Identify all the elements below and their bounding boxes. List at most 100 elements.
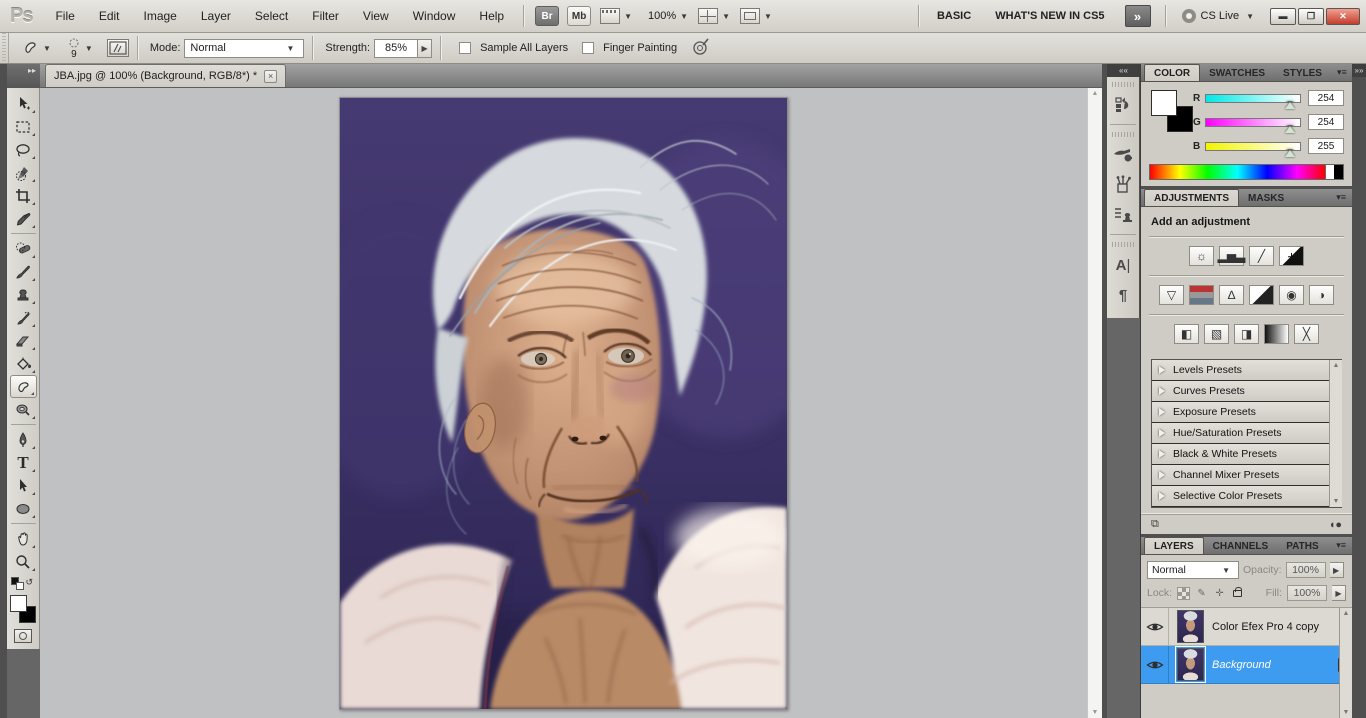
scroll-up-icon[interactable]: ▲ xyxy=(1092,90,1099,97)
fill-slider-button[interactable]: ▶ xyxy=(1332,585,1346,601)
zoom-tool[interactable] xyxy=(10,550,37,573)
paint-bucket-tool[interactable] xyxy=(10,352,37,375)
rectangular-marquee-tool[interactable] xyxy=(10,115,37,138)
layer-row-color-efex[interactable]: Color Efex Pro 4 copy xyxy=(1141,608,1352,646)
arrange-documents-icon[interactable] xyxy=(698,8,718,24)
clone-stamp-tool[interactable] xyxy=(10,283,37,306)
tab-color[interactable]: COLOR xyxy=(1144,64,1200,81)
menu-image[interactable]: Image xyxy=(133,5,188,27)
channel-mixer-icon[interactable]: ◑ xyxy=(1309,285,1334,305)
hand-tool[interactable] xyxy=(10,527,37,550)
threshold-icon[interactable]: ◨ xyxy=(1234,324,1259,344)
red-slider[interactable] xyxy=(1205,94,1301,103)
history-brush-tool[interactable] xyxy=(10,306,37,329)
workspace-whats-new-button[interactable]: WHAT'S NEW IN CS5 xyxy=(983,6,1116,26)
exposure-icon[interactable]: ＋ xyxy=(1279,246,1304,266)
view-extras-icon[interactable] xyxy=(600,8,620,24)
layer-thumbnail[interactable] xyxy=(1177,648,1204,681)
preset-exposure[interactable]: Exposure Presets xyxy=(1152,402,1341,423)
preset-selective-color[interactable]: Selective Color Presets xyxy=(1152,486,1341,507)
preset-channel-mixer[interactable]: Channel Mixer Presets xyxy=(1152,465,1341,486)
screen-mode-icon[interactable] xyxy=(740,8,760,24)
quick-selection-tool[interactable] xyxy=(10,161,37,184)
lock-transparency-icon[interactable] xyxy=(1177,587,1190,600)
finger-painting-checkbox[interactable] xyxy=(582,42,594,54)
menu-edit[interactable]: Edit xyxy=(88,5,131,27)
menu-file[interactable]: File xyxy=(44,5,85,27)
opacity-slider-button[interactable]: ▶ xyxy=(1330,562,1344,578)
panels-collapse-button[interactable]: »» xyxy=(1352,64,1366,77)
sample-all-layers-checkbox[interactable] xyxy=(459,42,471,54)
curves-icon[interactable]: ╱ xyxy=(1249,246,1274,266)
brush-tool[interactable] xyxy=(10,260,37,283)
presets-scrollbar[interactable]: ▲▼ xyxy=(1329,360,1342,507)
layer-row-background[interactable]: Background xyxy=(1141,646,1352,684)
tab-layers[interactable]: LAYERS xyxy=(1144,537,1204,554)
grip[interactable] xyxy=(1112,132,1134,137)
chevron-down-icon[interactable]: ▼ xyxy=(624,12,632,21)
strength-slider-button[interactable]: ▶ xyxy=(418,39,432,58)
mode-select[interactable]: Normal ▼ xyxy=(184,39,304,58)
black-white-icon[interactable] xyxy=(1249,285,1274,305)
restore-button[interactable]: ❐ xyxy=(1298,8,1324,25)
eraser-tool[interactable] xyxy=(10,329,37,352)
workspace-overflow-button[interactable]: » xyxy=(1125,5,1151,27)
chevron-down-icon[interactable]: ▼ xyxy=(722,12,730,21)
blend-mode-select[interactable]: Normal ▼ xyxy=(1147,561,1239,579)
tools-collapse-button[interactable]: ▸▸ xyxy=(7,64,40,88)
blue-slider[interactable] xyxy=(1205,142,1301,151)
tab-styles[interactable]: STYLES xyxy=(1274,65,1331,81)
dodge-tool[interactable] xyxy=(10,398,37,421)
grip[interactable] xyxy=(1112,242,1134,247)
clone-source-panel-icon[interactable] xyxy=(1110,203,1136,227)
options-grip[interactable] xyxy=(2,33,9,63)
tool-presets-panel-icon[interactable] xyxy=(1110,173,1136,197)
expand-triangle-icon[interactable] xyxy=(1159,471,1165,479)
green-slider[interactable] xyxy=(1205,118,1301,127)
clip-to-layer-icon[interactable]: ◖● xyxy=(1329,519,1342,531)
color-spectrum-ramp[interactable] xyxy=(1149,164,1344,180)
launch-mini-bridge-button[interactable]: Mb xyxy=(567,6,591,26)
smudge-tool[interactable] xyxy=(10,375,37,398)
panel-menu-icon[interactable]: ▾≡ xyxy=(1330,540,1352,554)
preset-black-white[interactable]: Black & White Presets xyxy=(1152,444,1341,465)
close-button[interactable]: ✕ xyxy=(1326,8,1360,25)
vibrance-icon[interactable]: ▽ xyxy=(1159,285,1184,305)
menu-view[interactable]: View xyxy=(352,5,400,27)
scroll-down-icon[interactable]: ▼ xyxy=(1092,709,1099,716)
dock-collapse-button[interactable]: «« xyxy=(1107,64,1140,77)
expand-triangle-icon[interactable] xyxy=(1159,450,1165,458)
character-panel-icon[interactable]: A| xyxy=(1110,253,1136,277)
panel-menu-icon[interactable]: ▾≡ xyxy=(1330,192,1352,206)
layer-thumbnail[interactable] xyxy=(1177,610,1204,643)
tab-paths[interactable]: PATHS xyxy=(1277,538,1327,554)
menu-window[interactable]: Window xyxy=(402,5,467,27)
green-value[interactable]: 254 xyxy=(1308,114,1344,130)
lock-position-icon[interactable]: ✛ xyxy=(1213,587,1226,600)
strength-input[interactable]: 85% xyxy=(374,39,418,58)
slider-thumb[interactable] xyxy=(1285,101,1295,109)
ellipse-shape-tool[interactable] xyxy=(10,497,37,520)
visibility-toggle[interactable] xyxy=(1141,646,1169,683)
fill-value[interactable]: 100% xyxy=(1287,585,1327,601)
quick-mask-button[interactable] xyxy=(14,629,32,643)
chevron-down-icon[interactable]: ▼ xyxy=(680,12,688,21)
opacity-value[interactable]: 100% xyxy=(1286,562,1326,578)
type-tool[interactable]: T xyxy=(10,451,37,474)
tablet-pressure-icon[interactable] xyxy=(691,37,711,60)
zoom-level[interactable]: 100% xyxy=(648,10,676,22)
cs-live-button[interactable]: CS Live ▼ xyxy=(1182,9,1258,23)
lock-all-icon[interactable] xyxy=(1231,587,1244,600)
slider-thumb[interactable] xyxy=(1285,149,1295,157)
menu-filter[interactable]: Filter xyxy=(301,5,350,27)
smudge-tool-preset-button[interactable]: ▼ xyxy=(15,39,61,57)
canvas-image[interactable] xyxy=(339,97,788,710)
color-balance-icon[interactable]: ∆ xyxy=(1219,285,1244,305)
chevron-down-icon[interactable]: ▼ xyxy=(764,12,772,21)
preset-levels[interactable]: Levels Presets xyxy=(1152,360,1341,381)
layers-scrollbar[interactable]: ▲▼ xyxy=(1339,608,1352,718)
minimize-button[interactable]: ▬ xyxy=(1270,8,1296,25)
crop-tool[interactable] xyxy=(10,184,37,207)
pen-tool[interactable] xyxy=(10,428,37,451)
hue-saturation-icon[interactable] xyxy=(1189,285,1214,305)
